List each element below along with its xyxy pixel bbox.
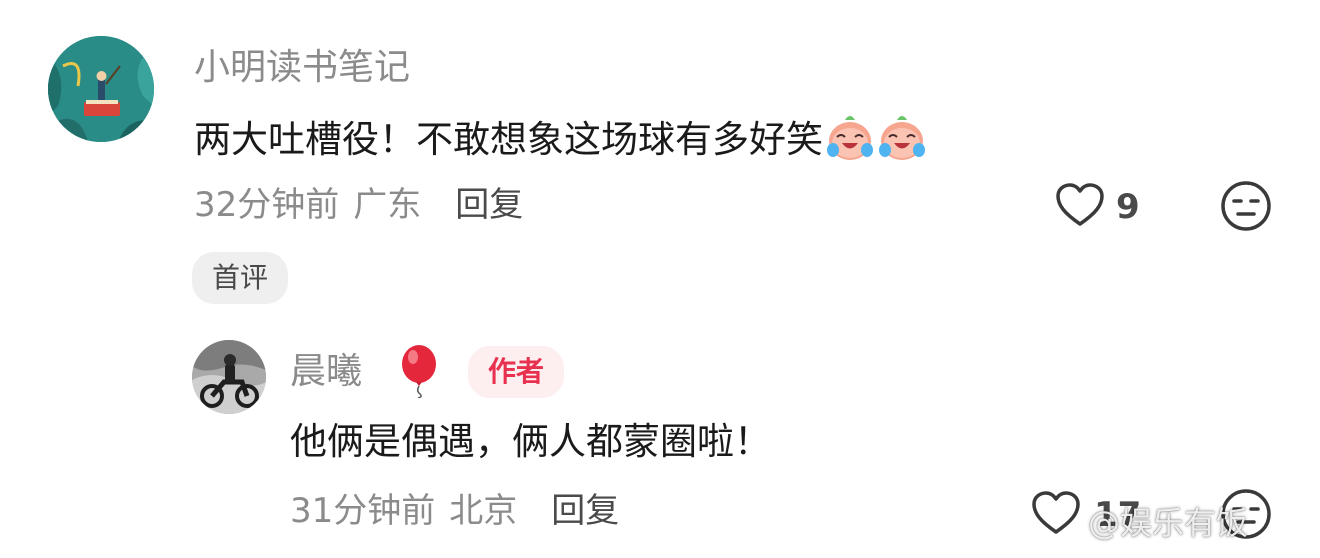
avatar[interactable] xyxy=(48,36,154,142)
comment-location: 广东 xyxy=(353,185,422,225)
comment-thread: 小明读书笔记 两大吐槽役！不敢想象这场球有多好笑 32分钟前 广东 回复 9 首… xyxy=(0,0,1320,558)
comment-time: 32分钟前 xyxy=(194,185,340,225)
comment-username[interactable]: 小明读书笔记 xyxy=(194,44,410,92)
reply-username[interactable]: 晨曦 xyxy=(290,348,362,396)
balloon-icon xyxy=(396,344,442,399)
laugh-cry-peach-icon xyxy=(877,112,927,174)
reply-button[interactable]: 回复 xyxy=(455,185,523,225)
heart-icon[interactable] xyxy=(1030,488,1082,540)
reply-time: 31分钟前 xyxy=(290,491,436,531)
author-badge: 作者 xyxy=(468,346,564,398)
comment-meta: 32分钟前 广东 回复 xyxy=(194,182,523,228)
reply-meta: 31分钟前 北京 回复 xyxy=(290,488,619,534)
like-count: 9 xyxy=(1116,187,1140,227)
comment-text-content: 两大吐槽役！不敢想象这场球有多好笑 xyxy=(194,118,823,161)
reply-button[interactable]: 回复 xyxy=(551,491,619,531)
watermark: @娱乐有饭 xyxy=(1088,504,1249,542)
laugh-cry-peach-icon xyxy=(825,112,875,174)
avatar[interactable] xyxy=(192,340,266,414)
reply-text: 他俩是偶遇，俩人都蒙圈啦！ xyxy=(290,420,771,463)
comment-text: 两大吐槽役！不敢想象这场球有多好笑 xyxy=(194,112,927,174)
first-comment-badge: 首评 xyxy=(192,252,288,304)
reply-location: 北京 xyxy=(449,491,518,531)
meh-face-icon[interactable] xyxy=(1220,180,1272,232)
heart-icon[interactable] xyxy=(1054,180,1106,232)
